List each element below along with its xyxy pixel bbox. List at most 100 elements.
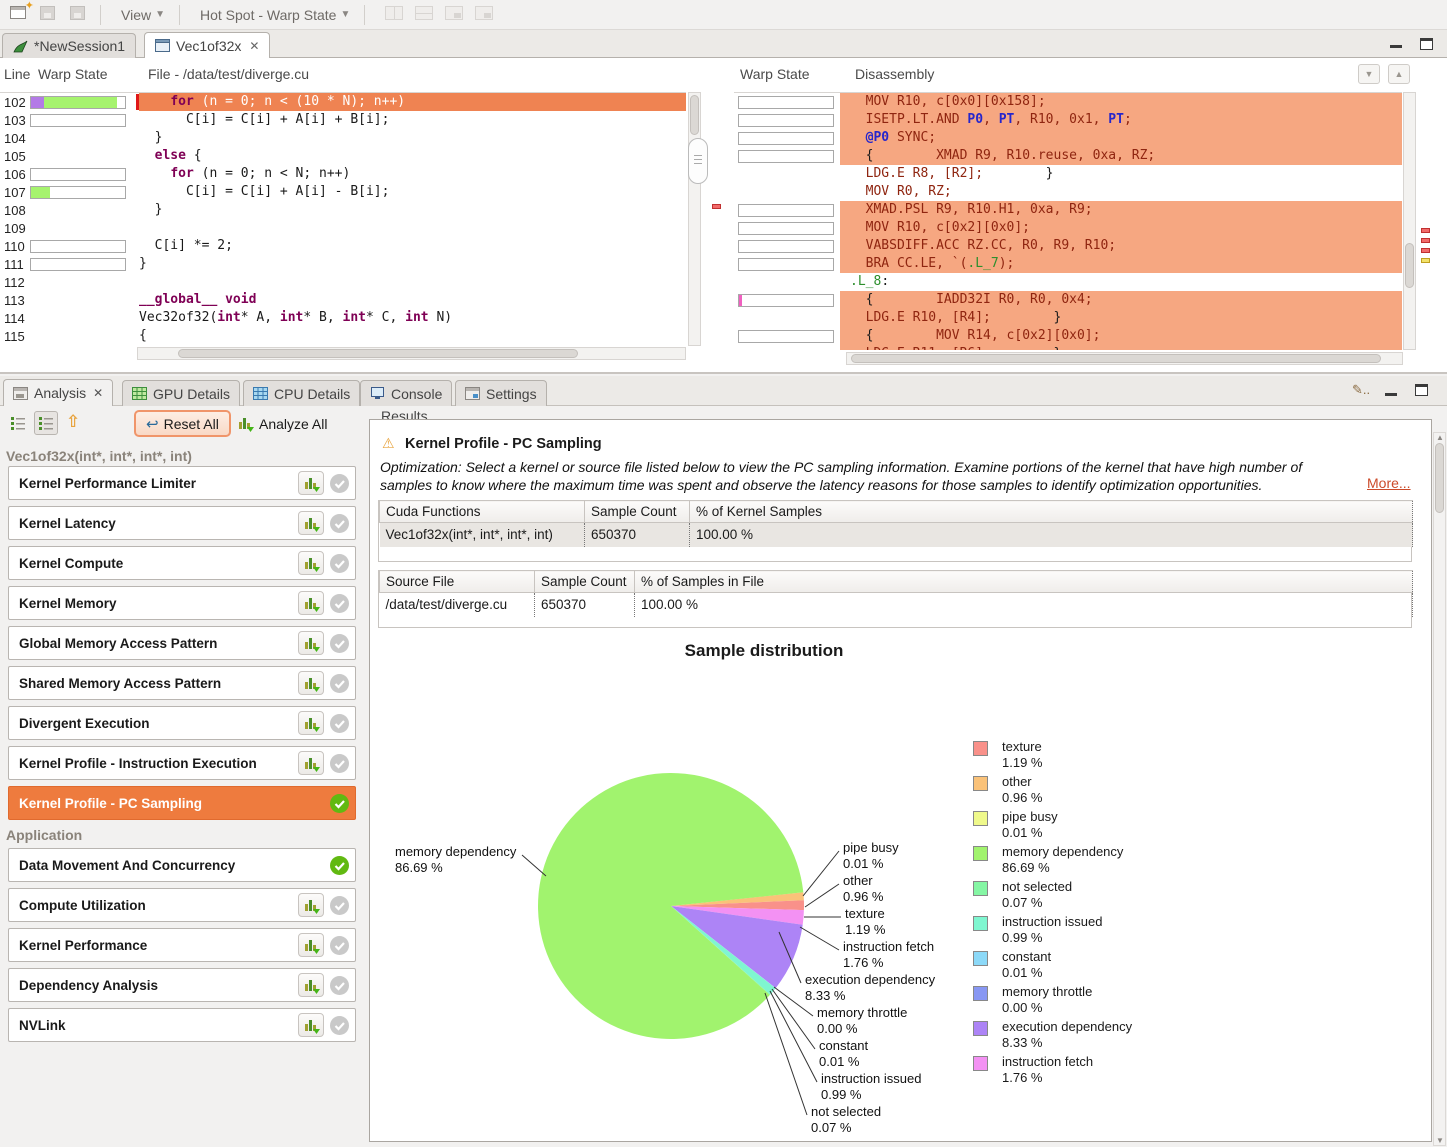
source-line-115[interactable]: 115{ (0, 327, 686, 345)
analysis-item-compute-utilization[interactable]: Compute Utilization (8, 888, 356, 922)
disasm-row[interactable]: XMAD.PSL R9, R10.H1, 0xa, R9; (734, 201, 1402, 219)
analyze-all-button[interactable]: Analyze All (228, 410, 336, 437)
run-analysis-button[interactable] (298, 893, 324, 917)
tab-analysis[interactable]: Analysis ✕ (3, 379, 113, 406)
disasm-row[interactable]: BRA CC.LE, `(.L_7); (734, 255, 1402, 273)
source-vscrollbar[interactable] (688, 92, 701, 346)
column-header[interactable]: Sample Count (585, 501, 690, 523)
maximize-bottom-icon[interactable] (1415, 384, 1429, 396)
up-arrow-icon[interactable]: ⇧ (66, 412, 80, 432)
split-horizontal-icon[interactable] (415, 6, 435, 24)
disasm-row[interactable]: MOV R0, RZ; (734, 183, 1402, 201)
disasm-marker[interactable] (1421, 228, 1430, 233)
analysis-list-view-button[interactable] (6, 411, 30, 435)
hotspot-caret-icon[interactable]: ▼ (340, 9, 350, 20)
source-line-112[interactable]: 112 (0, 273, 686, 291)
disasm-row[interactable]: MOV R10, c[0x2][0x0]; (734, 219, 1402, 237)
run-analysis-button[interactable] (298, 1013, 324, 1037)
tab-newsession[interactable]: *NewSession1 (2, 33, 136, 58)
results-vscrollbar[interactable]: ▲ ▼ (1433, 432, 1446, 1146)
column-header[interactable]: Source File (380, 571, 535, 593)
tab-gpu-details[interactable]: GPU Details (122, 380, 240, 406)
save-all-icon[interactable] (70, 6, 90, 24)
tab-settings[interactable]: Settings (455, 380, 547, 406)
analysis-item-kernel-latency[interactable]: Kernel Latency (8, 506, 356, 540)
source-line-106[interactable]: 106 for (n = 0; n < N; n++) (0, 165, 686, 183)
column-header[interactable]: % of Samples in File (635, 571, 1413, 593)
tab-cpu-details[interactable]: CPU Details (243, 380, 360, 406)
source-hscrollbar[interactable] (137, 347, 686, 360)
source-line-109[interactable]: 109 (0, 219, 686, 237)
run-analysis-button[interactable] (298, 711, 324, 735)
disasm-marker-yellow[interactable] (1421, 258, 1430, 263)
run-analysis-button[interactable] (298, 671, 324, 695)
analysis-item-global-memory-access-pattern[interactable]: Global Memory Access Pattern (8, 626, 356, 660)
analysis-item-kernel-performance-limiter[interactable]: Kernel Performance Limiter (8, 466, 356, 500)
restore-view-icon[interactable] (475, 6, 495, 24)
source-line-107[interactable]: 107 C[i] = C[i] + A[i] - B[i]; (0, 183, 686, 201)
run-analysis-button[interactable] (298, 551, 324, 575)
source-line-104[interactable]: 104 } (0, 129, 686, 147)
analysis-item-kernel-performance[interactable]: Kernel Performance (8, 928, 356, 962)
disasm-vscrollbar[interactable] (1403, 92, 1416, 350)
disasm-row[interactable]: { XMAD R9, R10.reuse, 0xa, RZ; (734, 147, 1402, 165)
disassembly-view[interactable]: MOV R10, c[0x0][0x158]; ISETP.LT.AND P0,… (734, 92, 1402, 350)
run-analysis-button[interactable] (298, 471, 324, 495)
disasm-hscrollbar[interactable] (846, 352, 1403, 365)
analysis-item-dependency-analysis[interactable]: Dependency Analysis (8, 968, 356, 1002)
editor-splitter-handle[interactable] (688, 138, 708, 184)
analysis-tab-close-icon[interactable]: ✕ (93, 386, 103, 400)
analysis-item-data-movement-and-concurrency[interactable]: Data Movement And Concurrency (8, 848, 356, 882)
table-row[interactable]: /data/test/diverge.cu650370100.00 % (380, 593, 1413, 617)
source-line-114[interactable]: 114Vec32of32(int* A, int* B, int* C, int… (0, 309, 686, 327)
save-icon[interactable] (40, 6, 60, 24)
source-files-table[interactable]: Source FileSample Count% of Samples in F… (379, 570, 1413, 617)
disasm-marker[interactable] (1421, 248, 1430, 253)
source-line-102[interactable]: 102 for (n = 0; n < (10 * N); n++) (0, 93, 686, 111)
analysis-item-kernel-profile-pc-sampling[interactable]: Kernel Profile - PC Sampling (8, 786, 356, 820)
source-line-113[interactable]: 113__global__ void (0, 291, 686, 309)
view-caret-icon[interactable]: ▼ (155, 9, 165, 20)
reset-all-button[interactable]: ↩ Reset All (134, 410, 231, 437)
disasm-row[interactable]: @P0 SYNC; (734, 129, 1402, 147)
disasm-row[interactable]: LDG.E R8, [R2]; } (734, 165, 1402, 183)
run-analysis-button[interactable] (298, 933, 324, 957)
disasm-next-hotspot-button[interactable]: ▼ (1358, 64, 1380, 84)
cuda-functions-table[interactable]: Cuda FunctionsSample Count% of Kernel Sa… (379, 500, 1413, 547)
disasm-row[interactable]: MOV R10, c[0x0][0x158]; (734, 93, 1402, 111)
disasm-row[interactable]: VABSDIFF.ACC RZ.CC, R0, R9, R10; (734, 237, 1402, 255)
column-header[interactable]: Cuda Functions (380, 501, 585, 523)
tab-vec1of32x[interactable]: Vec1of32x ✕ (144, 32, 270, 58)
disasm-row[interactable]: { IADD32I R0, R0, 0x4; (734, 291, 1402, 309)
split-vertical-icon[interactable] (385, 6, 405, 24)
maximize-editors-icon[interactable] (1420, 38, 1434, 50)
column-header[interactable]: Sample Count (535, 571, 635, 593)
run-analysis-button[interactable] (298, 511, 324, 535)
analysis-item-nvlink[interactable]: NVLink (8, 1008, 356, 1042)
run-analysis-button[interactable] (298, 591, 324, 615)
source-line-108[interactable]: 108 } (0, 201, 686, 219)
source-line-110[interactable]: 110 C[i] *= 2; (0, 237, 686, 255)
table-row[interactable]: Vec1of32x(int*, int*, int*, int)65037010… (380, 523, 1413, 547)
overview-marker[interactable] (712, 204, 721, 209)
tab-close-icon[interactable]: ✕ (249, 39, 259, 53)
tab-console[interactable]: Console (360, 380, 452, 406)
analysis-item-kernel-profile-instruction-execution[interactable]: Kernel Profile - Instruction Execution (8, 746, 356, 780)
disasm-row[interactable]: LDG.E R11, [R6]; } (734, 345, 1402, 350)
source-code-view[interactable]: 102 for (n = 0; n < (10 * N); n++)103 C[… (0, 92, 686, 346)
analysis-guided-view-button[interactable] (34, 411, 58, 435)
maximize-view-icon[interactable] (445, 6, 465, 24)
source-line-111[interactable]: 111} (0, 255, 686, 273)
hotspot-dropdown[interactable]: Hot Spot - Warp State (200, 7, 336, 23)
analysis-item-shared-memory-access-pattern[interactable]: Shared Memory Access Pattern (8, 666, 356, 700)
minimize-bottom-icon[interactable] (1385, 386, 1399, 398)
analysis-item-divergent-execution[interactable]: Divergent Execution (8, 706, 356, 740)
disasm-prev-hotspot-button[interactable]: ▲ (1388, 64, 1410, 84)
new-session-icon[interactable]: ✦ (10, 6, 30, 24)
column-header[interactable]: % of Kernel Samples (690, 501, 1413, 523)
view-menu[interactable]: View (121, 7, 151, 23)
disasm-row[interactable]: { MOV R14, c[0x2][0x0]; (734, 327, 1402, 345)
run-analysis-button[interactable] (298, 751, 324, 775)
source-line-103[interactable]: 103 C[i] = C[i] + A[i] + B[i]; (0, 111, 686, 129)
run-analysis-button[interactable] (298, 631, 324, 655)
